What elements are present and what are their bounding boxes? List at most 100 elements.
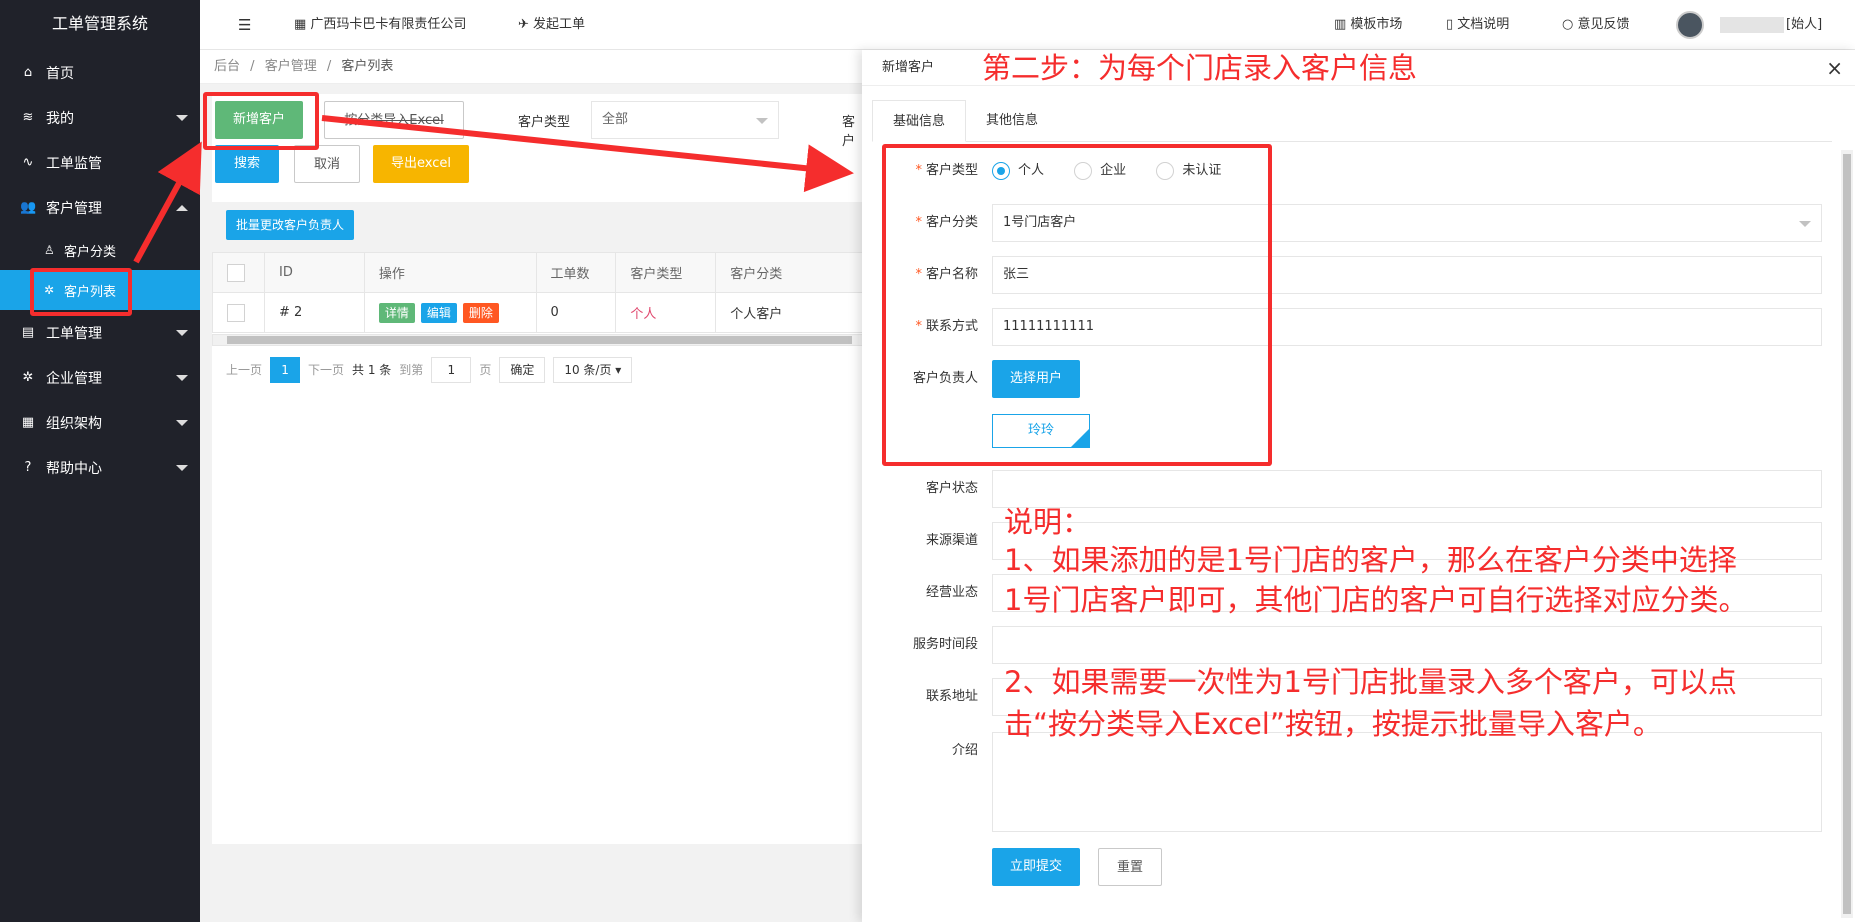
tab-basic-info[interactable]: 基础信息 [872, 100, 967, 142]
column-header: 操作 [363, 252, 537, 293]
sidebar-item-mine[interactable]: ≋ 我的 [0, 95, 200, 140]
intro-textarea[interactable] [992, 732, 1822, 832]
create-ticket-link[interactable]: ✈ 发起工单 [518, 0, 585, 50]
sidebar-item-customer-category[interactable]: ♙ 客户分类 [0, 230, 200, 270]
status-input[interactable] [992, 470, 1822, 508]
form-row-status: 客户状态 [862, 470, 1822, 508]
avatar[interactable] [1676, 11, 1704, 39]
customer-name-input[interactable]: 张三 [992, 256, 1822, 294]
customer-type-label: 客户类型 [518, 115, 571, 130]
column-header[interactable]: 客户类型 [615, 252, 717, 293]
cell-customer-type: 个人 [615, 292, 717, 333]
submit-button[interactable]: 立即提交 [992, 848, 1081, 886]
page-number-current[interactable]: 1 [270, 357, 301, 383]
horizontal-scrollbar[interactable] [212, 334, 865, 346]
tab-other-info[interactable]: 其他信息 [966, 100, 1058, 142]
sidebar-item-home[interactable]: ⌂ 首页 [0, 50, 200, 95]
sidebar-item-help[interactable]: ? 帮助中心 [0, 445, 200, 490]
user-name-mask [1720, 17, 1784, 33]
import-excel-button[interactable]: 按分类导入Excel [324, 101, 464, 139]
selected-user-name: 玲玲 [1027, 423, 1054, 438]
prev-page-button[interactable]: 上一页 [226, 356, 262, 384]
template-market-link[interactable]: ▥ 模板市场 [1334, 0, 1402, 50]
source-input[interactable] [992, 522, 1822, 560]
column-header[interactable]: ID [263, 252, 365, 293]
contact-input[interactable]: 11111111111 [992, 308, 1822, 346]
selected-user-tag[interactable]: 玲玲 ✓ [992, 414, 1090, 448]
customer-name-label: * 客户名称 [862, 256, 978, 294]
breadcrumb-current: 客户列表 [341, 59, 394, 74]
docs-link[interactable]: ▯ 文档说明 [1446, 0, 1509, 50]
row-checkbox[interactable] [227, 303, 245, 322]
customer-category-select[interactable]: 1号门店客户 [992, 204, 1822, 242]
detail-button[interactable]: 详情 [378, 302, 415, 323]
label-text: 客户名称 [925, 267, 978, 282]
customer-type-value: 全部 [602, 112, 629, 127]
contact-label: * 联系方式 [862, 308, 978, 346]
business-input[interactable] [992, 574, 1822, 612]
sidebar-item-customer-list[interactable]: ✲ 客户列表 [0, 270, 200, 310]
edit-button[interactable]: 编辑 [420, 302, 457, 323]
sidebar-item-organization[interactable]: ▦ 组织架构 [0, 400, 200, 445]
breadcrumb-mid[interactable]: 客户管理 [265, 59, 317, 74]
chevron-down-icon [1799, 221, 1811, 227]
customer-type-select[interactable]: 全部 [591, 101, 779, 139]
column-header[interactable]: 客户分类 [715, 252, 865, 293]
intro-label: 介绍 [951, 743, 978, 758]
form-row-owner: 客户负责人 选择用户 [862, 360, 1822, 398]
page-size-select[interactable]: 10 条/页 ▾ [553, 357, 633, 383]
form-row-name: * 客户名称 张三 [862, 256, 1822, 294]
menu-toggle-icon[interactable]: ☰ [238, 0, 251, 50]
radio-label: 企业 [1100, 163, 1127, 178]
service-time-input[interactable] [992, 626, 1822, 664]
batch-owner-button[interactable]: 批量更改客户负责人 [226, 210, 355, 240]
customer-type-label: * 客户类型 [862, 152, 978, 190]
select-all-checkbox[interactable] [227, 263, 245, 282]
table-header-row: ID 操作 工单数 客户类型 客户分类 [212, 252, 865, 293]
radio-enterprise[interactable]: 企业 [1074, 152, 1126, 190]
goto-page-input[interactable]: 1 [431, 357, 472, 383]
scrollbar-thumb[interactable] [227, 336, 852, 344]
radio-unverified[interactable]: 未认证 [1156, 152, 1221, 190]
sidebar-item-customer-management[interactable]: 👥 客户管理 [0, 185, 200, 230]
goto-label: 到第 [399, 363, 424, 377]
create-ticket-label: 发起工单 [533, 17, 586, 32]
sidebar-item-label: 客户列表 [64, 284, 117, 300]
select-user-button[interactable]: 选择用户 [992, 360, 1081, 398]
radio-personal[interactable]: 个人 [992, 152, 1044, 190]
close-icon[interactable]: × [1826, 56, 1843, 80]
feedback-link[interactable]: ○ 意见反馈 [1562, 0, 1630, 50]
user-name[interactable]: [始人] [1786, 0, 1822, 50]
add-customer-button[interactable]: 新增客户 [215, 101, 304, 139]
scrollbar-thumb[interactable] [1843, 154, 1851, 914]
form-row-type: * 客户类型 个人 企业 未认证 [862, 152, 1822, 190]
grid-icon: ▦ [294, 17, 311, 32]
company-switcher[interactable]: ▦ 广西玛卡巴卡有限责任公司 [294, 0, 466, 50]
column-header[interactable]: 工单数 [535, 252, 617, 293]
goto-confirm-button[interactable]: 确定 [499, 357, 546, 383]
cancel-button[interactable]: 取消 [294, 145, 360, 183]
address-input[interactable] [992, 678, 1822, 716]
add-customer-drawer: 新增客户 × 基础信息 其他信息 * 客户类型 个人 企业 未认证 * 客户分类 1… [862, 50, 1855, 922]
sidebar-item-label: 首页 [46, 65, 74, 82]
sidebar-item-enterprise[interactable]: ✲ 企业管理 [0, 355, 200, 400]
sidebar-item-ticket-monitor[interactable]: ∿ 工单监管 [0, 140, 200, 185]
radio-label: 未认证 [1182, 163, 1222, 178]
page-size-value: 10 条/页 [564, 363, 612, 377]
chevron-down-icon [176, 420, 188, 426]
search-button[interactable]: 搜索 [215, 145, 279, 183]
export-excel-button[interactable]: 导出excel [373, 145, 469, 183]
drawer-scrollbar[interactable] [1841, 150, 1853, 918]
sidebar-item-ticket-management[interactable]: ▤ 工单管理 [0, 310, 200, 355]
sidebar-item-label: 帮助中心 [46, 460, 102, 477]
total-count: 共 1 条 [352, 363, 392, 377]
users-icon: 👥 [20, 200, 37, 215]
next-page-button[interactable]: 下一页 [308, 356, 344, 384]
breadcrumb-root[interactable]: 后台 [214, 59, 240, 74]
reset-button[interactable]: 重置 [1098, 848, 1163, 886]
business-label: 经营业态 [925, 585, 978, 600]
feedback-icon: ○ [1562, 17, 1578, 32]
delete-button[interactable]: 删除 [462, 302, 499, 323]
chevron-down-icon [176, 115, 188, 121]
customer-category-label: * 客户分类 [862, 204, 978, 242]
